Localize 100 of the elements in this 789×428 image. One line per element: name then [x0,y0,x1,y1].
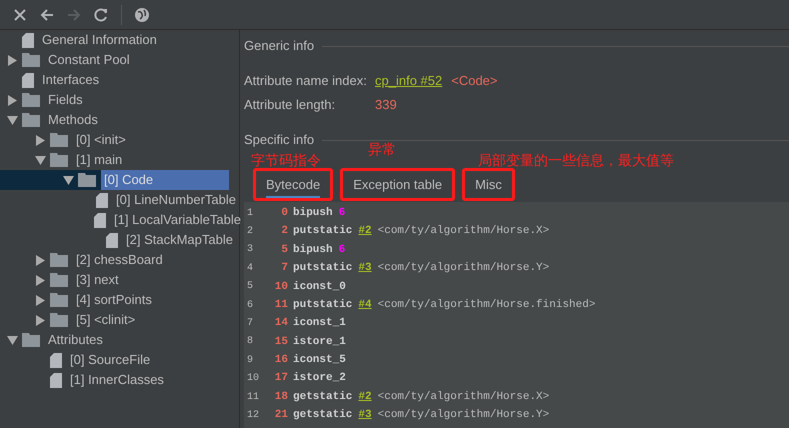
tree-item-label: [1] LocalVariableTable [113,211,242,229]
constant-pool-link[interactable]: #3 [358,260,372,277]
operand-comment: <com/ty/algorithm/Horse.X> [378,390,550,405]
tree-row[interactable]: Interfaces [0,70,239,90]
collapse-arrow-icon[interactable] [6,336,18,344]
tree-row[interactable]: [3] next [0,270,239,290]
tree-row[interactable]: [2] StackMapTable [0,230,239,250]
constant-pool-link[interactable]: #2 [358,223,372,240]
tab[interactable]: Misc [462,168,515,201]
tree-item-label: General Information [41,31,158,49]
annotation-note: 异常 [368,141,396,157]
tree-row[interactable]: [0] SourceFile [0,350,239,370]
tree-row[interactable]: [4] sortPoints [0,290,239,310]
folder-icon [22,53,40,67]
expand-arrow-icon[interactable] [36,294,44,306]
constant-pool-link[interactable]: #2 [358,388,372,406]
operand-comment: <com/ty/algorithm/Horse.finished> [378,298,596,313]
tree-item-label: [0] LineNumberTable [115,191,237,209]
tree-row[interactable]: [1] LocalVariableTable [0,210,239,230]
line-number: 11 [246,390,260,405]
opcode: putstatic [293,298,352,313]
line-number: 8 [246,335,254,350]
file-icon [94,212,106,228]
collapse-arrow-icon[interactable] [62,176,74,184]
operand-comment: <com/ty/algorithm/Horse.Y> [378,261,550,276]
folder-icon [50,133,68,147]
operand-comment: <com/ty/algorithm/Horse.X> [378,224,550,240]
tree-item-label: [2] chessBoard [75,251,164,269]
tree-item-label: [0] Code [101,170,229,190]
refresh-icon [92,6,110,24]
folder-icon [78,173,96,187]
folder-icon [50,293,68,307]
tree-item-label: Constant Pool [47,51,131,69]
tree-row[interactable]: Attributes [0,330,239,350]
constant-pool-link[interactable]: #3 [358,407,372,424]
tree-row[interactable]: General Information [0,30,239,50]
tree-row[interactable]: [0] LineNumberTable [0,190,239,210]
tree-item-label: [5] <clinit> [75,311,136,329]
tree-item-label: Interfaces [41,71,100,89]
opcode: iconst_0 [293,280,346,294]
annotation-note: 局部变量的一些信息，最大值等 [478,152,674,168]
collapse-arrow-icon[interactable] [6,116,18,124]
expand-arrow-icon[interactable] [36,274,44,286]
collapse-arrow-icon[interactable] [34,156,46,164]
bytecode-offset: 17 [274,371,288,386]
expand-arrow-icon[interactable] [8,94,16,106]
section-title: Generic info [244,37,314,56]
folder-icon [50,313,68,327]
tree-item-label: Attributes [47,331,104,349]
bytecode-offset: 2 [280,224,288,240]
constant-pool-link[interactable]: #4 [358,296,372,314]
tab[interactable]: Exception table [340,168,456,201]
expand-arrow-icon[interactable] [36,134,44,146]
file-icon [50,352,62,368]
tree-item-label: Fields [47,91,84,109]
tree-item-label: [3] next [75,271,120,289]
bytecode-offset: 16 [274,353,288,368]
tree-row[interactable]: [0] Code [0,170,229,190]
tree-row[interactable]: [1] InnerClasses [0,370,239,390]
folder-icon [22,113,40,127]
tree-row[interactable]: Methods [0,110,239,130]
tree-item-label: [1] main [75,151,124,169]
line-number: 4 [246,262,254,276]
expand-arrow-icon[interactable] [8,54,16,66]
tree-row[interactable]: Constant Pool [0,50,239,70]
bytecode-offset: 18 [274,390,288,405]
globe-icon [133,6,151,24]
line-number: 12 [246,408,260,423]
tree-row[interactable]: [1] main [0,150,239,170]
section-title: Specific info [244,131,314,150]
opcode: getstatic [293,408,352,424]
tree-row[interactable]: [2] chessBoard [0,250,239,270]
expand-arrow-icon[interactable] [36,254,44,266]
folder-icon [50,273,68,287]
opcode: bipush [293,206,333,221]
operand-comment: <com/ty/algorithm/Horse.Y> [378,408,550,424]
file-icon [22,32,34,48]
operand: 6 [338,206,346,221]
opcode: iconst_1 [293,316,346,332]
field-value: 339 [375,96,397,114]
opcode: putstatic [293,261,352,276]
tree-item-label: [4] sortPoints [75,291,153,309]
bytecode-offset: 11 [274,298,288,313]
folder-icon [22,333,40,347]
file-icon [50,372,62,388]
line-number: 2 [246,225,254,240]
line-number: 9 [246,354,254,368]
file-icon [96,192,108,208]
bytecode-offset: 5 [280,242,288,258]
field-label: Attribute length: [244,96,336,114]
line-number: 5 [246,280,254,294]
tree-row[interactable]: Fields [0,90,239,110]
tree-item-label: [1] InnerClasses [69,371,165,389]
opcode: getstatic [293,390,352,405]
tree-row[interactable]: [5] <clinit> [0,310,239,330]
constant-pool-link[interactable]: cp_info #52 [375,71,442,91]
expand-arrow-icon[interactable] [36,314,44,326]
folder-icon [50,253,68,267]
file-icon [106,232,118,248]
tree-row[interactable]: [0] <init> [0,130,239,150]
